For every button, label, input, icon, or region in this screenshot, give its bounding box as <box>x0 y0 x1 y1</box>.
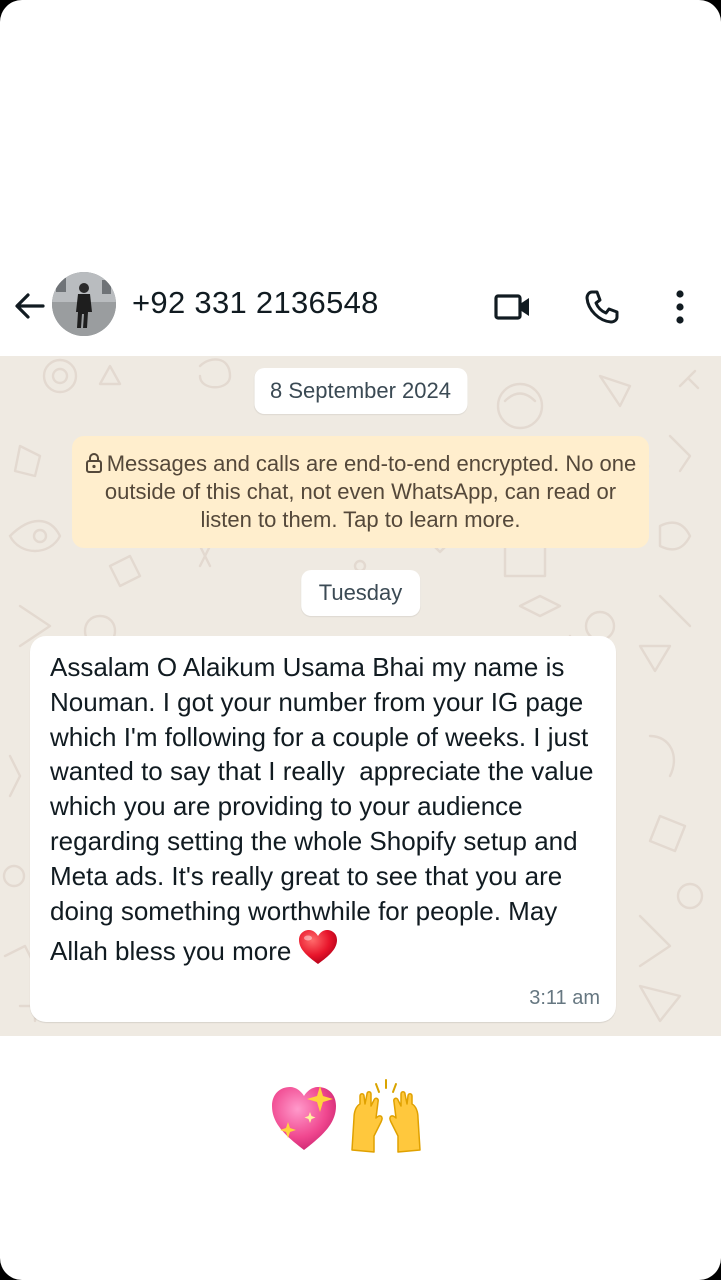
chat-area[interactable]: 8 September 2024 Messages and calls are … <box>0 356 721 1036</box>
back-button[interactable] <box>10 286 50 326</box>
message-text: Assalam O Alaikum Usama Bhai my name is … <box>50 652 601 967</box>
message-text-wrapper: Assalam O Alaikum Usama Bhai my name is … <box>50 650 602 975</box>
phone-icon <box>585 290 619 324</box>
more-vertical-icon <box>676 290 684 324</box>
menu-button[interactable] <box>659 286 701 328</box>
screen: +92 331 2136548 8 September 2024 Message… <box>0 0 721 1280</box>
message-bubble[interactable]: Assalam O Alaikum Usama Bhai my name is … <box>30 636 616 1022</box>
lock-icon <box>85 453 102 473</box>
raising-hands-icon <box>351 1079 421 1153</box>
avatar[interactable] <box>52 272 116 336</box>
voice-call-button[interactable] <box>581 286 623 328</box>
arrow-left-icon <box>15 293 45 319</box>
encryption-text: Messages and calls are end-to-end encryp… <box>104 451 637 532</box>
red-heart-icon <box>297 928 339 975</box>
day-chip: Tuesday <box>300 570 421 616</box>
contact-name[interactable]: +92 331 2136548 <box>132 285 379 321</box>
video-call-icon <box>494 294 529 320</box>
encryption-notice[interactable]: Messages and calls are end-to-end encryp… <box>72 436 649 548</box>
video-call-button[interactable] <box>492 286 534 328</box>
sparkling-heart-icon <box>272 1086 336 1150</box>
story-emojis <box>268 1078 428 1158</box>
message-time: 3:11 am <box>529 987 600 1009</box>
chat-header: +92 331 2136548 <box>0 258 721 356</box>
date-chip: 8 September 2024 <box>253 368 468 414</box>
